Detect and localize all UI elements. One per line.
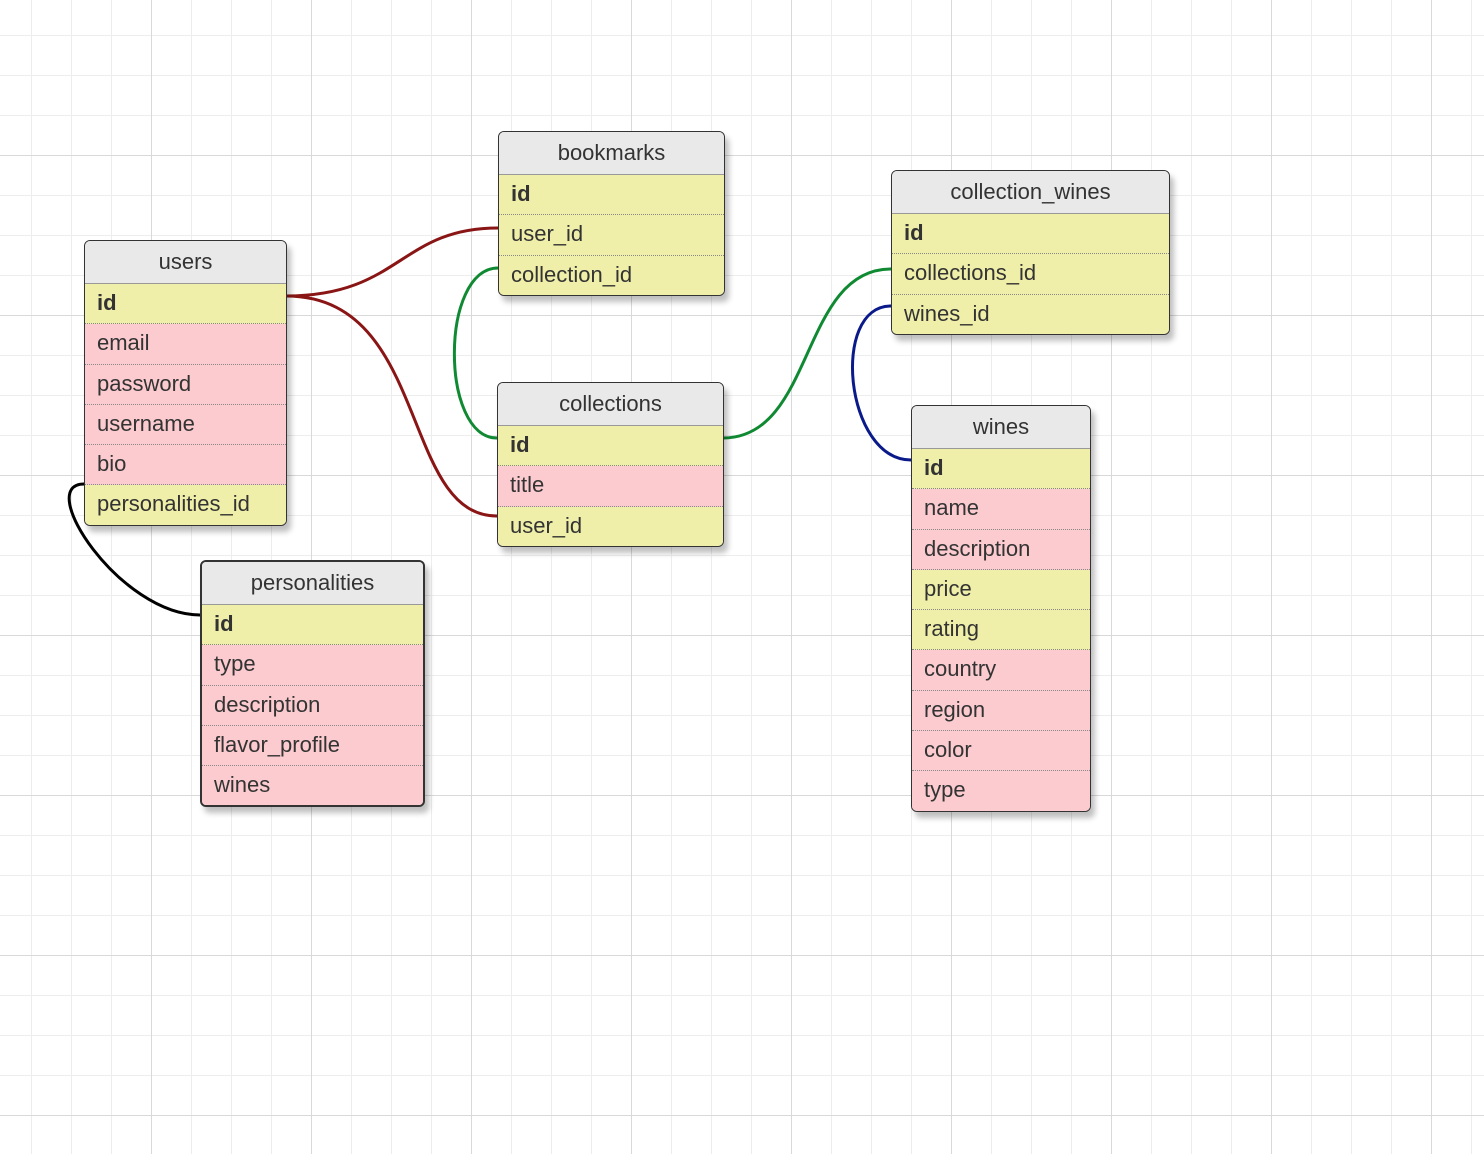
field-id: id: [85, 284, 286, 324]
connector-users-collections: [286, 296, 497, 516]
field-country: country: [912, 650, 1090, 690]
field-title: title: [498, 466, 723, 506]
entity-title: personalities: [202, 562, 423, 605]
entity-personalities[interactable]: personalities id type description flavor…: [200, 560, 425, 807]
field-user_id: user_id: [499, 215, 724, 255]
field-id: id: [498, 426, 723, 466]
entity-title: users: [85, 241, 286, 284]
field-type: type: [912, 771, 1090, 810]
field-username: username: [85, 405, 286, 445]
field-wines: wines: [202, 766, 423, 805]
field-id: id: [499, 175, 724, 215]
entity-bookmarks[interactable]: bookmarks id user_id collection_id: [498, 131, 725, 296]
field-id: id: [912, 449, 1090, 489]
entity-collection-wines[interactable]: collection_wines id collections_id wines…: [891, 170, 1170, 335]
field-region: region: [912, 691, 1090, 731]
field-rating: rating: [912, 610, 1090, 650]
field-description: description: [202, 686, 423, 726]
entity-collections[interactable]: collections id title user_id: [497, 382, 724, 547]
field-color: color: [912, 731, 1090, 771]
field-bio: bio: [85, 445, 286, 485]
field-user_id: user_id: [498, 507, 723, 546]
field-personalities_id: personalities_id: [85, 485, 286, 524]
connector-users-bookmarks: [286, 228, 498, 296]
field-email: email: [85, 324, 286, 364]
connector-bookmarks-collections: [454, 268, 498, 438]
entity-wines[interactable]: wines id name description price rating c…: [911, 405, 1091, 812]
field-collections_id: collections_id: [892, 254, 1169, 294]
field-type: type: [202, 645, 423, 685]
field-wines_id: wines_id: [892, 295, 1169, 334]
field-flavor_profile: flavor_profile: [202, 726, 423, 766]
field-id: id: [892, 214, 1169, 254]
entity-title: collection_wines: [892, 171, 1169, 214]
field-collection_id: collection_id: [499, 256, 724, 295]
field-password: password: [85, 365, 286, 405]
entity-title: wines: [912, 406, 1090, 449]
entity-title: collections: [498, 383, 723, 426]
entity-users[interactable]: users id email password username bio per…: [84, 240, 287, 526]
field-name: name: [912, 489, 1090, 529]
field-price: price: [912, 570, 1090, 610]
field-id: id: [202, 605, 423, 645]
field-description: description: [912, 530, 1090, 570]
entity-title: bookmarks: [499, 132, 724, 175]
diagram-canvas[interactable]: users id email password username bio per…: [0, 0, 1484, 1154]
connector-collections-collection_wines: [723, 269, 891, 438]
